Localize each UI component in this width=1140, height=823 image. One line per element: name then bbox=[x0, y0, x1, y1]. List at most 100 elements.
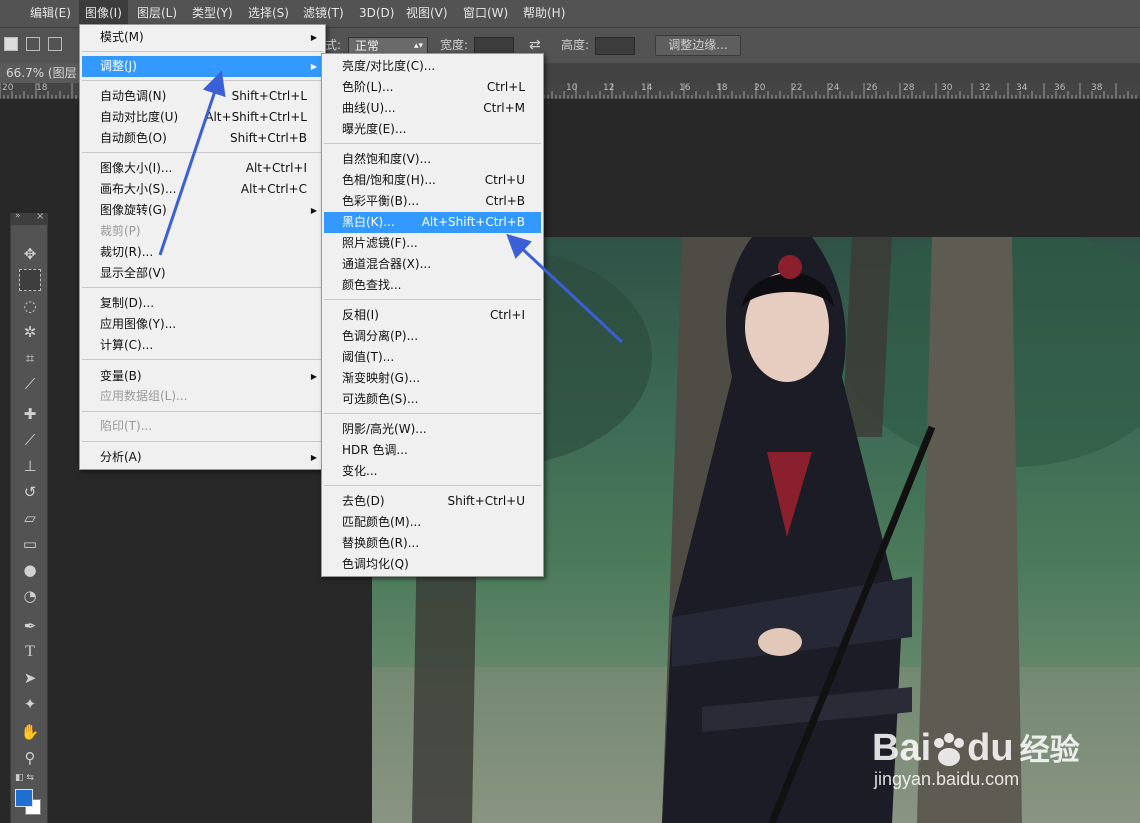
default-colors-icon[interactable]: ◧ ⇆ bbox=[15, 773, 34, 783]
menu-item-analysis[interactable]: 分析(A) ▶ bbox=[82, 447, 323, 468]
menu-item-curves[interactable]: 曲线(U)... Ctrl+M bbox=[324, 98, 541, 119]
eraser-icon[interactable]: ▱ bbox=[19, 507, 41, 529]
menu-item-threshold[interactable]: 阈值(T)... bbox=[324, 347, 541, 368]
menu-select[interactable]: 选择(S) bbox=[242, 0, 295, 27]
menu-item-adjustments[interactable]: 调整(J) ▶ bbox=[82, 56, 323, 77]
menu-item-image-size[interactable]: 图像大小(I)... Alt+Ctrl+I bbox=[82, 158, 323, 179]
hand-icon[interactable]: ✋ bbox=[19, 721, 41, 743]
menu-item-duplicate[interactable]: 复制(D)... bbox=[82, 293, 323, 314]
menu-item-label: 通道混合器(X)... bbox=[342, 257, 432, 271]
menu-item-label: 色调均化(Q) bbox=[342, 557, 409, 571]
menu-edit[interactable]: 编辑(E) bbox=[24, 0, 77, 27]
menu-item-image-rotation[interactable]: 图像旋转(G) ▶ bbox=[82, 200, 323, 221]
menu-type[interactable]: 类型(Y) bbox=[186, 0, 239, 27]
menu-item-reveal-all[interactable]: 显示全部(V) bbox=[82, 263, 323, 284]
menu-item-replace-color[interactable]: 替换颜色(R)... bbox=[324, 533, 541, 554]
menu-item-label: 陷印(T)... bbox=[100, 419, 153, 433]
menu-item-levels[interactable]: 色阶(L)... Ctrl+L bbox=[324, 77, 541, 98]
menu-item-label: 自动色调(N) bbox=[100, 89, 167, 103]
menu-item-vibrance[interactable]: 自然饱和度(V)... bbox=[324, 149, 541, 170]
document-tab[interactable]: 66.7% (图层 bbox=[0, 63, 83, 83]
menu-item-shortcut: Alt+Shift+Ctrl+B bbox=[421, 215, 525, 229]
eyedropper-icon[interactable]: ⟋ bbox=[19, 373, 41, 395]
menu-filter[interactable]: 滤镜(T) bbox=[297, 0, 350, 27]
lasso-icon[interactable]: ◌ bbox=[19, 295, 41, 317]
collapse-icon[interactable]: » bbox=[15, 211, 21, 221]
menu-item-black-white[interactable]: 黑白(K)... Alt+Shift+Ctrl+B bbox=[324, 212, 541, 233]
menu-item-apply-image[interactable]: 应用图像(Y)... bbox=[82, 314, 323, 335]
move-icon[interactable]: ✥ bbox=[19, 243, 41, 265]
shape-icon[interactable]: ✦ bbox=[19, 693, 41, 715]
refine-edge-button[interactable]: 调整边缘... bbox=[655, 35, 741, 56]
healing-icon[interactable]: ✚ bbox=[19, 403, 41, 425]
path-select-icon[interactable]: ➤ bbox=[19, 667, 41, 689]
menu-item-trim[interactable]: 裁切(R)... bbox=[82, 242, 323, 263]
menu-item-auto-tone[interactable]: 自动色调(N) Shift+Ctrl+L bbox=[82, 86, 323, 107]
menu-item-label: 图像旋转(G) bbox=[100, 203, 167, 217]
menu-item-photo-filter[interactable]: 照片滤镜(F)... bbox=[324, 233, 541, 254]
menu-item-shadows-highlights[interactable]: 阴影/高光(W)... bbox=[324, 419, 541, 440]
menu-item-label: 曲线(U)... bbox=[342, 101, 396, 115]
menu-item-shortcut: Shift+Ctrl+L bbox=[231, 89, 307, 103]
marquee-icon[interactable] bbox=[19, 269, 41, 291]
brush-icon[interactable]: ⟋ bbox=[19, 429, 41, 451]
menu-item-label: 自动对比度(U) bbox=[100, 110, 179, 124]
menu-item-canvas-size[interactable]: 画布大小(S)... Alt+Ctrl+C bbox=[82, 179, 323, 200]
menu-item-equalize[interactable]: 色调均化(Q) bbox=[324, 554, 541, 575]
gradient-icon[interactable]: ▭ bbox=[19, 533, 41, 555]
history-brush-icon[interactable]: ↺ bbox=[19, 481, 41, 503]
type-icon[interactable]: T bbox=[19, 641, 41, 663]
menu-item-desaturate[interactable]: 去色(D) Shift+Ctrl+U bbox=[324, 491, 541, 512]
menu-window[interactable]: 窗口(W) bbox=[457, 0, 514, 27]
menu-item-gradient-map[interactable]: 渐变映射(G)... bbox=[324, 368, 541, 389]
menu-item-calculations[interactable]: 计算(C)... bbox=[82, 335, 323, 356]
magic-wand-icon[interactable]: ✲ bbox=[19, 321, 41, 343]
submenu-arrow-icon: ▶ bbox=[310, 62, 317, 71]
menu-3d[interactable]: 3D(D) bbox=[353, 0, 400, 27]
menu-help[interactable]: 帮助(H) bbox=[517, 0, 571, 27]
height-field[interactable] bbox=[595, 37, 635, 55]
menu-item-posterize[interactable]: 色调分离(P)... bbox=[324, 326, 541, 347]
menu-image[interactable]: 图像(I) bbox=[79, 0, 128, 27]
menu-item-channel-mixer[interactable]: 通道混合器(X)... bbox=[324, 254, 541, 275]
menu-item-hue-saturation[interactable]: 色相/饱和度(H)... Ctrl+U bbox=[324, 170, 541, 191]
menu-item-variables[interactable]: 变量(B) ▶ bbox=[82, 366, 323, 387]
close-icon[interactable]: × bbox=[36, 211, 44, 222]
subtract-selection-icon[interactable] bbox=[48, 37, 62, 51]
dodge-icon[interactable]: ◔ bbox=[19, 585, 41, 607]
menu-item-match-color[interactable]: 匹配颜色(M)... bbox=[324, 512, 541, 533]
menu-item-selective-color[interactable]: 可选颜色(S)... bbox=[324, 389, 541, 410]
menu-item-label: 阈值(T)... bbox=[342, 350, 395, 364]
menu-item-color-balance[interactable]: 色彩平衡(B)... Ctrl+B bbox=[324, 191, 541, 212]
menu-item-label: 模式(M) bbox=[100, 30, 144, 44]
blur-icon[interactable]: ● bbox=[19, 559, 41, 581]
menu-item-mode[interactable]: 模式(M) ▶ bbox=[82, 27, 323, 48]
menu-item-hdr-toning[interactable]: HDR 色调... bbox=[324, 440, 541, 461]
menu-item-variations[interactable]: 变化... bbox=[324, 461, 541, 482]
foreground-color-swatch[interactable] bbox=[15, 789, 33, 807]
ruler-label: 28 bbox=[903, 83, 915, 93]
menu-item-invert[interactable]: 反相(I) Ctrl+I bbox=[324, 305, 541, 326]
menu-layer[interactable]: 图层(L) bbox=[131, 0, 183, 27]
menu-view[interactable]: 视图(V) bbox=[400, 0, 454, 27]
menu-item-label: 匹配颜色(M)... bbox=[342, 515, 422, 529]
panel-header[interactable]: » × bbox=[11, 211, 47, 225]
menu-item-auto-contrast[interactable]: 自动对比度(U) Alt+Shift+Ctrl+L bbox=[82, 107, 323, 128]
new-selection-icon[interactable] bbox=[4, 37, 18, 51]
add-selection-icon[interactable] bbox=[26, 37, 40, 51]
crop-icon[interactable]: ⌗ bbox=[19, 347, 41, 369]
menu-item-label: 自动颜色(O) bbox=[100, 131, 167, 145]
menu-item-shortcut: Ctrl+B bbox=[485, 194, 525, 208]
menu-item-shortcut: Alt+Ctrl+C bbox=[240, 182, 307, 196]
menu-item-auto-color[interactable]: 自动颜色(O) Shift+Ctrl+B bbox=[82, 128, 323, 149]
menu-item-color-lookup[interactable]: 颜色查找... bbox=[324, 275, 541, 296]
stamp-icon[interactable]: ⊥ bbox=[19, 455, 41, 477]
ruler-label: 32 bbox=[979, 83, 991, 93]
style-value: 正常 bbox=[355, 39, 380, 53]
ruler-label: 30 bbox=[941, 83, 953, 93]
menu-item-label: 渐变映射(G)... bbox=[342, 371, 421, 385]
menu-item-brightness-contrast[interactable]: 亮度/对比度(C)... bbox=[324, 56, 541, 77]
menu-item-exposure[interactable]: 曝光度(E)... bbox=[324, 119, 541, 140]
zoom-icon[interactable]: ⚲ bbox=[19, 747, 41, 769]
pen-icon[interactable]: ✒ bbox=[19, 615, 41, 637]
